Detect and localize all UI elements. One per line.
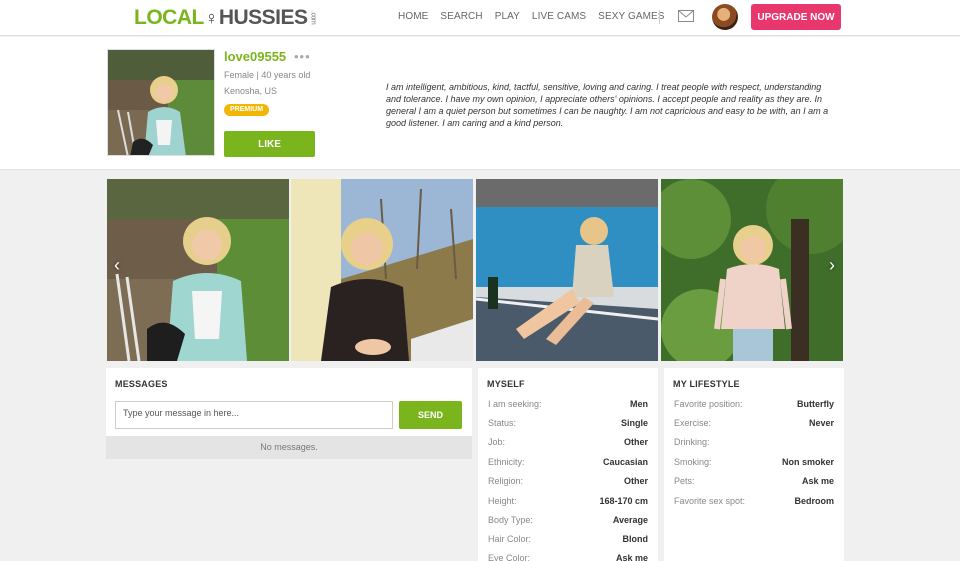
- nav-divider: [659, 10, 660, 24]
- lifestyle-panel: MY LIFESTYLE Favorite position: Butterfly…: [664, 368, 844, 561]
- row-value: 168-170 cm: [599, 496, 648, 506]
- myself-row-eye-color: Eye Color: Ask me: [488, 553, 648, 561]
- photo-gallery: ‹ ›: [107, 179, 843, 361]
- row-label: Hair Color:: [488, 534, 532, 544]
- row-value: Caucasian: [602, 457, 648, 467]
- like-button[interactable]: LIKE: [224, 131, 315, 157]
- nav-sexy-games[interactable]: SEXY GAMES: [598, 11, 664, 22]
- premium-badge: PREMIUM: [224, 104, 270, 116]
- row-value: Bedroom: [794, 496, 834, 506]
- row-value: Men: [630, 399, 648, 409]
- row-label: Drinking:: [674, 437, 710, 447]
- nav-search[interactable]: SEARCH: [440, 11, 482, 22]
- row-label: Religion:: [488, 476, 524, 486]
- gallery-photo[interactable]: [476, 179, 658, 361]
- gallery-photo[interactable]: [661, 179, 843, 361]
- profile-bio: I am intelligent, ambitious, kind, tactf…: [386, 82, 829, 128]
- myself-row-status: Status: Single: [488, 418, 648, 437]
- myself-row-religion: Religion: Other: [488, 476, 648, 495]
- row-label: Exercise:: [674, 418, 712, 428]
- messages-title: MESSAGES: [115, 379, 168, 389]
- main-nav: HOME SEARCH PLAY LIVE CAMS SEXY GAMES: [398, 11, 677, 22]
- user-avatar[interactable]: [712, 4, 738, 30]
- row-label: Body Type:: [488, 515, 533, 525]
- lifestyle-row-pets: Pets: Ask me: [674, 476, 834, 495]
- myself-title: MYSELF: [487, 379, 525, 389]
- nav-play[interactable]: PLAY: [495, 11, 520, 22]
- row-value: Never: [808, 418, 834, 428]
- upgrade-now-button[interactable]: UPGRADE NOW: [751, 4, 841, 30]
- row-label: Ethnicity:: [488, 457, 525, 467]
- gallery-photo[interactable]: [107, 179, 289, 361]
- logo-figure-icon: ♀: [204, 7, 219, 28]
- myself-row-hair-color: Hair Color: Blond: [488, 534, 648, 553]
- row-value: Ask me: [801, 476, 834, 486]
- nav-live-cams[interactable]: LIVE CAMS: [532, 11, 586, 22]
- myself-row-ethnicity: Ethnicity: Caucasian: [488, 457, 648, 476]
- profile-summary: love09555 ••• Female | 40 years old Keno…: [0, 37, 960, 170]
- row-value: Single: [620, 418, 648, 428]
- profile-location: Kenosha, US: [224, 86, 278, 96]
- row-value: Other: [623, 437, 648, 447]
- myself-row-job: Job: Other: [488, 437, 648, 456]
- messages-panel: MESSAGES SEND: [106, 368, 472, 436]
- row-label: Eye Color:: [488, 553, 531, 561]
- top-header: LOCAL ♀ HUSSIES .com HOME SEARCH PLAY LI…: [0, 0, 960, 36]
- myself-row-body-type: Body Type: Average: [488, 515, 648, 534]
- row-value: Ask me: [615, 553, 648, 561]
- row-value: Average: [612, 515, 648, 525]
- more-options-icon[interactable]: •••: [294, 49, 311, 64]
- site-logo[interactable]: LOCAL ♀ HUSSIES .com: [134, 5, 317, 31]
- row-label: Favorite sex spot:: [674, 496, 746, 506]
- lifestyle-row-drinking: Drinking:: [674, 437, 834, 456]
- profile-gender-age: Female | 40 years old: [224, 70, 311, 80]
- row-label: Status:: [488, 418, 517, 428]
- lifestyle-row-sex-spot: Favorite sex spot: Bedroom: [674, 496, 834, 515]
- myself-row-height: Height: 168-170 cm: [488, 496, 648, 515]
- profile-username[interactable]: love09555: [224, 49, 286, 64]
- row-label: Pets:: [674, 476, 695, 486]
- lifestyle-row-smoking: Smoking: Non smoker: [674, 457, 834, 476]
- row-label: Job:: [488, 437, 506, 447]
- send-button[interactable]: SEND: [399, 401, 462, 429]
- logo-part-hussies: HUSSIES: [218, 6, 308, 29]
- logo-part-local: LOCAL: [134, 6, 204, 29]
- row-label: Smoking:: [674, 457, 712, 467]
- row-label: Favorite position:: [674, 399, 743, 409]
- logo-dotcom: .com: [309, 11, 317, 25]
- gallery-prev-icon[interactable]: ‹: [109, 256, 125, 274]
- lifestyle-title: MY LIFESTYLE: [673, 379, 740, 389]
- myself-panel: MYSELF I am seeking: Men Status: Single Jo…: [478, 368, 658, 561]
- row-value: Other: [623, 476, 648, 486]
- row-value: Butterfly: [796, 399, 834, 409]
- row-value: Non smoker: [781, 457, 834, 467]
- lifestyle-row-exercise: Exercise: Never: [674, 418, 834, 437]
- nav-home[interactable]: HOME: [398, 11, 428, 22]
- myself-row-seeking: I am seeking: Men: [488, 399, 648, 418]
- lifestyle-row-position: Favorite position: Butterfly: [674, 399, 834, 418]
- row-value: Blond: [622, 534, 649, 544]
- row-label: I am seeking:: [488, 399, 542, 409]
- profile-photo[interactable]: [107, 49, 215, 156]
- no-messages-text: No messages.: [106, 436, 472, 459]
- row-label: Height:: [488, 496, 517, 506]
- mail-icon[interactable]: [678, 10, 694, 22]
- gallery-next-icon[interactable]: ›: [824, 256, 840, 274]
- gallery-photo[interactable]: [291, 179, 473, 361]
- message-input[interactable]: [115, 401, 393, 429]
